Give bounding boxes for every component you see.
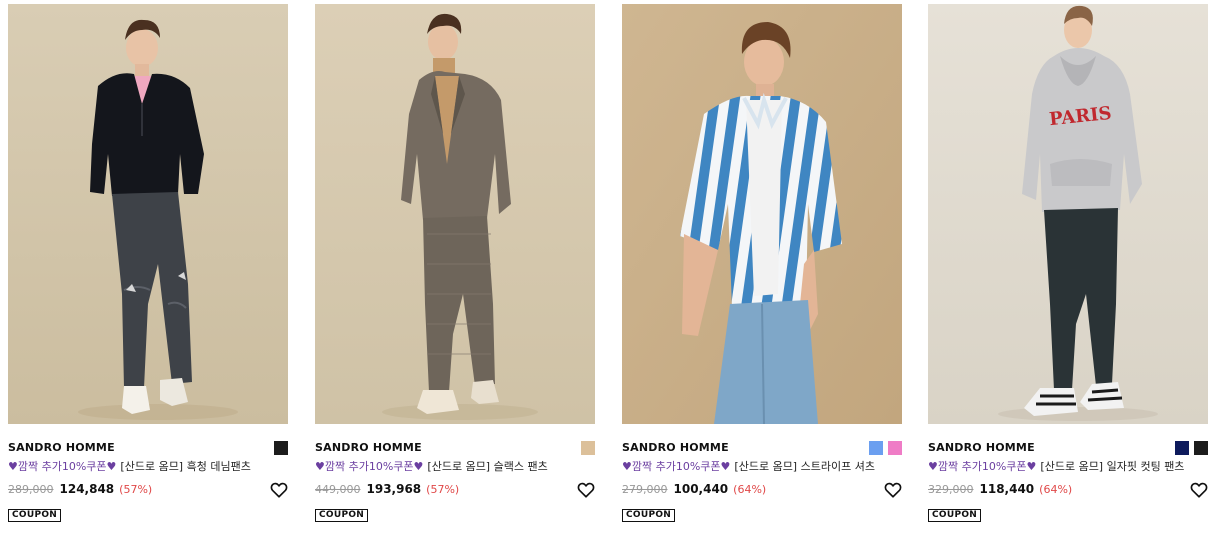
sale-price: 100,440 [673, 482, 729, 496]
sale-price: 193,968 [366, 482, 422, 496]
product-title: [산드로 옴므] 스트라이프 셔츠 [734, 460, 875, 473]
brand-row: SANDRO HOMME [8, 440, 289, 456]
original-price: 329,000 [928, 483, 974, 496]
color-swatches [869, 441, 902, 455]
color-swatch-pink[interactable] [888, 441, 902, 455]
discount-percent: (64%) [1039, 483, 1073, 496]
purple-heart-icon: ♥ [720, 460, 731, 473]
purple-heart-icon: ♥ [928, 460, 938, 473]
coupon-promo-text: 깜짝 추가10%쿠폰 [937, 460, 1027, 473]
wishlist-heart-icon[interactable] [270, 481, 288, 499]
price-row: 449,000 193,968 (57%) [315, 481, 555, 497]
price-row: 289,000 124,848 (57%) [8, 481, 248, 497]
color-swatch-navy[interactable] [1175, 441, 1189, 455]
color-swatches [1175, 441, 1208, 455]
brand-name: SANDRO HOMME [622, 441, 729, 454]
coupon-promo-text: 깜짝 추가10%쿠폰 [17, 460, 107, 473]
original-price: 449,000 [315, 483, 361, 496]
brand-row: SANDRO HOMME [622, 440, 903, 456]
product-title: [산드로 옴므] 슬랙스 팬츠 [427, 460, 548, 473]
brand-name: SANDRO HOMME [8, 441, 115, 454]
color-swatch-blue[interactable] [869, 441, 883, 455]
sale-price: 124,848 [59, 482, 115, 496]
color-swatch-beige[interactable] [581, 441, 595, 455]
purple-heart-icon: ♥ [8, 460, 18, 473]
purple-heart-icon: ♥ [622, 460, 632, 473]
color-swatch-black[interactable] [1194, 441, 1208, 455]
wishlist-heart-icon[interactable] [884, 481, 902, 499]
product-card: SANDRO HOMME ♥깜짝 추가10%쿠폰♥ [산드로 옴므] 흑청 데님팬… [8, 4, 289, 536]
price-row: 329,000 118,440 (64%) [928, 481, 1168, 497]
purple-heart-icon: ♥ [106, 460, 117, 473]
price-row: 279,000 100,440 (64%) [622, 481, 862, 497]
product-card: SANDRO HOMME ♥깜짝 추가10%쿠폰♥ [산드로 옴므] 슬랙스 팬츠… [315, 4, 596, 536]
wishlist-heart-icon[interactable] [577, 481, 595, 499]
product-image[interactable] [315, 4, 595, 424]
coupon-badge: COUPON [928, 509, 982, 522]
model-photo-gray-hoodie: PARIS [928, 4, 1208, 424]
purple-heart-icon: ♥ [1026, 460, 1037, 473]
product-title: [산드로 옴므] 일자핏 컷팅 팬츠 [1040, 460, 1185, 473]
product-title-row[interactable]: ♥깜짝 추가10%쿠폰♥ [산드로 옴므] 스트라이프 셔츠 [622, 459, 903, 475]
brand-name: SANDRO HOMME [315, 441, 422, 454]
coupon-badge: COUPON [622, 509, 676, 522]
product-title-row[interactable]: ♥깜짝 추가10%쿠폰♥ [산드로 옴므] 일자핏 컷팅 팬츠 [928, 459, 1209, 475]
product-card: SANDRO HOMME ♥깜짝 추가10%쿠폰♥ [산드로 옴므] 스트라이프 … [622, 4, 903, 536]
coupon-promo-text: 깜짝 추가10%쿠폰 [324, 460, 414, 473]
model-photo-check-suit [315, 4, 595, 424]
color-swatches [581, 441, 595, 455]
sale-price: 118,440 [979, 482, 1035, 496]
discount-percent: (64%) [733, 483, 767, 496]
coupon-promo-text: 깜짝 추가10%쿠폰 [631, 460, 721, 473]
brand-row: SANDRO HOMME [315, 440, 596, 456]
brand-name: SANDRO HOMME [928, 441, 1035, 454]
coupon-badge: COUPON [315, 509, 369, 522]
product-title-row[interactable]: ♥깜짝 추가10%쿠폰♥ [산드로 옴므] 흑청 데님팬츠 [8, 459, 289, 475]
original-price: 289,000 [8, 483, 54, 496]
product-image[interactable] [622, 4, 902, 424]
product-title: [산드로 옴므] 흑청 데님팬츠 [120, 460, 251, 473]
purple-heart-icon: ♥ [315, 460, 325, 473]
purple-heart-icon: ♥ [413, 460, 424, 473]
product-image[interactable]: PARIS [928, 4, 1208, 424]
model-photo-striped-shirt [622, 4, 902, 424]
color-swatches [274, 441, 288, 455]
brand-row: SANDRO HOMME [928, 440, 1209, 456]
product-title-row[interactable]: ♥깜짝 추가10%쿠폰♥ [산드로 옴므] 슬랙스 팬츠 [315, 459, 596, 475]
wishlist-heart-icon[interactable] [1190, 481, 1208, 499]
model-photo-dark-sweater [8, 4, 288, 424]
coupon-badge: COUPON [8, 509, 62, 522]
discount-percent: (57%) [426, 483, 460, 496]
color-swatch-black[interactable] [274, 441, 288, 455]
discount-percent: (57%) [119, 483, 153, 496]
product-image[interactable] [8, 4, 288, 424]
product-card: PARIS SANDRO HOMME ♥깜짝 추가10%쿠폰♥ [산드로 옴므] … [928, 4, 1209, 536]
original-price: 279,000 [622, 483, 668, 496]
